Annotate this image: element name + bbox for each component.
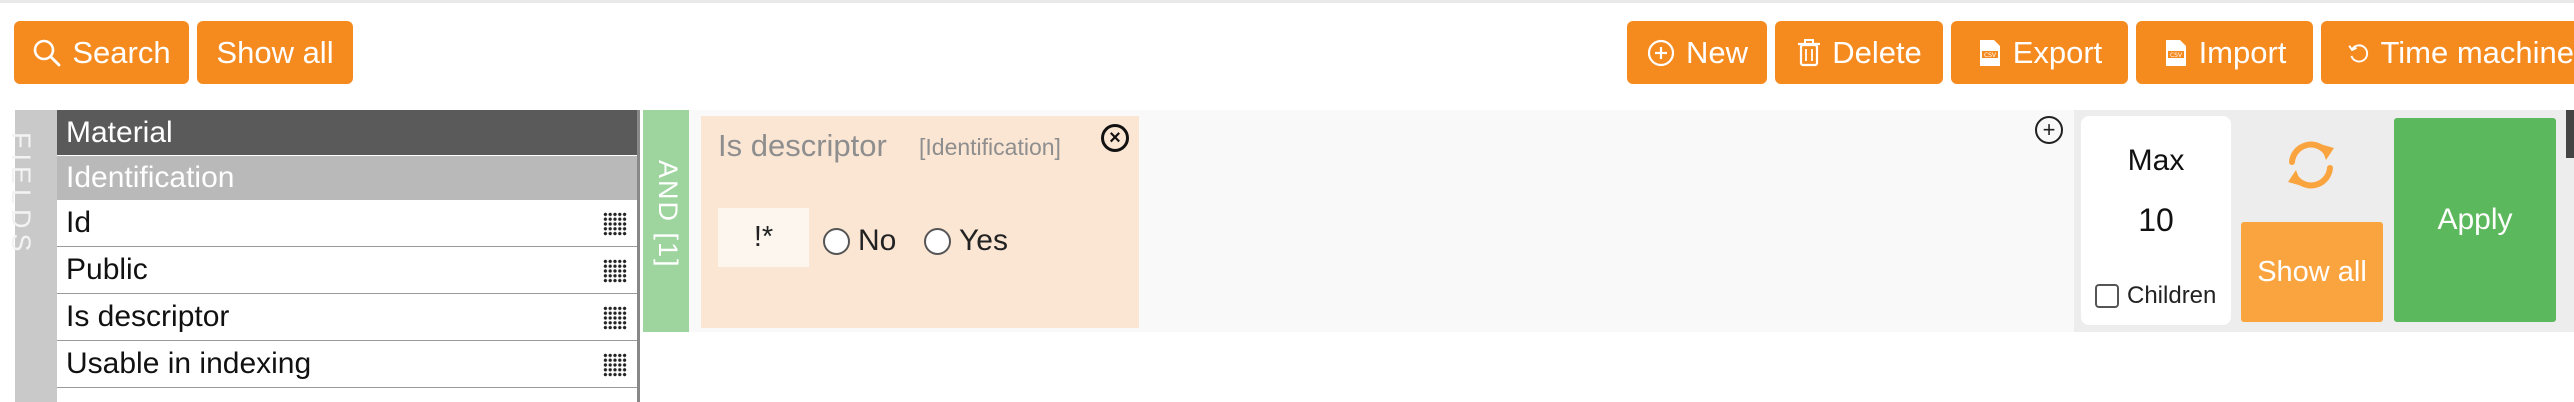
children-label: Children	[2127, 282, 2217, 309]
import-button[interactable]: CSV Import	[2136, 21, 2313, 84]
refresh-icon[interactable]	[2282, 136, 2340, 194]
field-item-label: Id	[66, 206, 92, 239]
export-button-label: Export	[2012, 34, 2103, 70]
field-item-public[interactable]: Public	[57, 247, 637, 294]
field-item-id[interactable]: Id	[57, 200, 637, 247]
export-button[interactable]: CSV Export	[1951, 21, 2128, 84]
csv-file-icon: CSV	[1979, 39, 2000, 66]
apply-button[interactable]: Apply	[2394, 118, 2556, 322]
max-label: Max	[2127, 144, 2185, 177]
field-item-label: Public	[66, 253, 148, 286]
delete-button-label: Delete	[1832, 34, 1922, 70]
grid-icon[interactable]	[603, 212, 627, 236]
time-machine-button[interactable]: Time machine	[2321, 21, 2574, 84]
radio-label: Yes	[959, 224, 1008, 257]
svg-text:CSV: CSV	[1984, 52, 1997, 59]
delete-button[interactable]: Delete	[1775, 21, 1943, 84]
radio-label: No	[858, 224, 897, 257]
children-checkbox[interactable]: Children	[2095, 282, 2216, 310]
import-button-label: Import	[2198, 34, 2287, 70]
field-group-label: Material	[66, 115, 173, 149]
time-machine-button-label: Time machine	[2380, 34, 2574, 70]
grid-icon[interactable]	[603, 259, 627, 283]
history-icon	[2348, 43, 2369, 62]
scrollbar-handle[interactable]	[2566, 110, 2574, 158]
show-all-results-button[interactable]: Show all	[2241, 222, 2383, 322]
field-item-label: Is descriptor	[66, 300, 230, 333]
new-button-label: New	[1685, 34, 1748, 70]
csv-file-icon: CSV	[2165, 39, 2186, 66]
radio-circle[interactable]	[823, 227, 850, 255]
criterion-title: Is descriptor	[718, 128, 887, 163]
field-group-material[interactable]: Material	[57, 110, 637, 155]
checkbox-box[interactable]	[2095, 284, 2119, 308]
plus-circle-icon	[1647, 39, 1675, 66]
max-results-box: Max 10 Children	[2081, 116, 2231, 325]
negate-button[interactable]: !*	[718, 208, 809, 267]
field-group-identification[interactable]: Identification	[57, 155, 637, 200]
field-list: Material Identification Id Public Is des…	[57, 110, 640, 402]
radio-no[interactable]: No	[823, 224, 896, 258]
logic-operator-label: AND [1]	[653, 160, 683, 269]
radio-circle[interactable]	[924, 227, 951, 255]
max-value-input[interactable]: 10	[2081, 202, 2231, 239]
svg-text:CSV: CSV	[2170, 52, 2183, 59]
field-item-usable-in-indexing[interactable]: Usable in indexing	[57, 341, 637, 388]
new-button[interactable]: New	[1627, 21, 1767, 84]
search-button-label: Search	[72, 34, 171, 70]
grid-icon[interactable]	[603, 306, 627, 330]
close-circle-icon[interactable]: ×	[1101, 124, 1129, 152]
search-icon	[34, 39, 61, 66]
radio-yes[interactable]: Yes	[924, 224, 1008, 258]
criterion-group: [Identification]	[919, 134, 1061, 160]
grid-icon[interactable]	[603, 353, 627, 377]
show-all-button[interactable]: Show all	[197, 21, 353, 84]
field-item-label: Usable in indexing	[66, 347, 312, 380]
search-button[interactable]: Search	[14, 21, 189, 84]
plus-circle-icon[interactable]: +	[2035, 116, 2063, 144]
field-item-is-descriptor[interactable]: Is descriptor	[57, 294, 637, 341]
fields-panel-label: FIELDS	[6, 132, 36, 257]
show-all-button-label: Show all	[216, 34, 334, 70]
field-group-label: Identification	[66, 161, 235, 194]
top-border	[0, 0, 2574, 3]
trash-icon	[1798, 38, 1821, 66]
criterion-card: Is descriptor [Identification] × !* No Y…	[701, 116, 1139, 328]
